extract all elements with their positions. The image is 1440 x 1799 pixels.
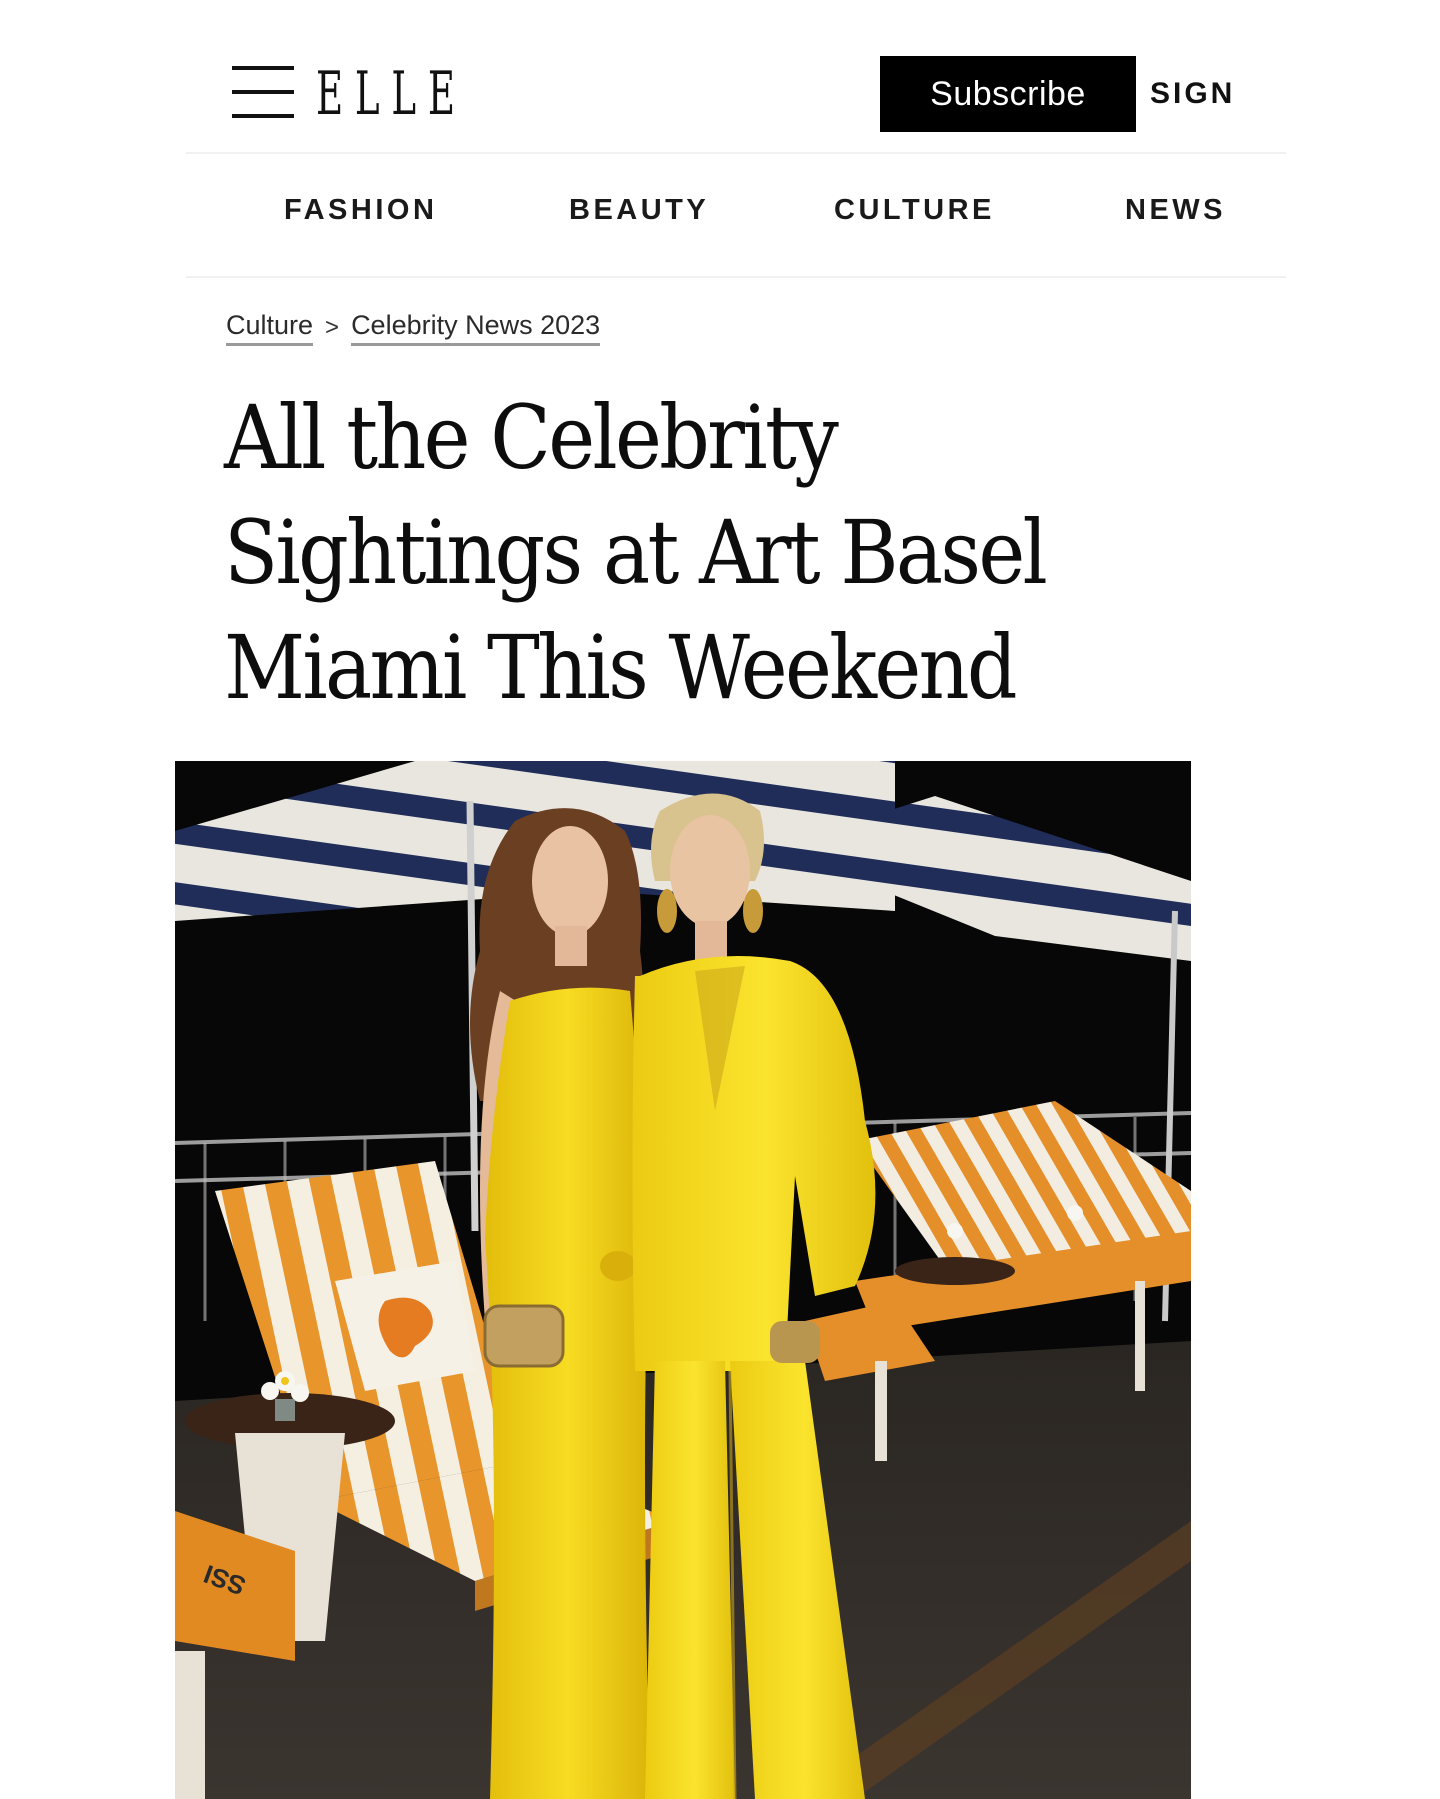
breadcrumb: Culture > Celebrity News 2023	[226, 306, 601, 350]
header-divider	[186, 152, 1286, 154]
sign-in-link[interactable]: SIGN	[1150, 56, 1280, 132]
breadcrumb-separator: >	[325, 314, 340, 341]
nav-item-news[interactable]: NEWS	[1125, 194, 1226, 227]
hero-image[interactable]: SSI	[175, 761, 1191, 1799]
nav-item-beauty[interactable]: BEAUTY	[569, 194, 709, 227]
photo-illustration: SSI	[175, 761, 1191, 1799]
elle-logo[interactable]: ELLE	[316, 54, 467, 134]
nav-divider	[186, 276, 1286, 278]
headline-line: All the Celebrity	[224, 386, 839, 489]
headline-line: Miami This Weekend	[224, 616, 1018, 719]
hamburger-menu-icon[interactable]	[232, 66, 294, 118]
nav-item-culture[interactable]: CULTURE	[834, 194, 995, 227]
site-header: ELLE Subscribe SIGN	[188, 50, 1288, 150]
main-nav: FASHION BEAUTY CULTURE NEWS	[186, 180, 1286, 250]
article-headline: All the Celebrity Sightings at Art Basel…	[224, 380, 1124, 725]
breadcrumb-celebrity-news-link[interactable]: Celebrity News 2023	[351, 310, 601, 346]
headline-line: Sightings at Art Basel	[224, 501, 1048, 604]
breadcrumb-culture-link[interactable]: Culture	[226, 310, 314, 346]
nav-item-fashion[interactable]: FASHION	[284, 194, 437, 227]
subscribe-button[interactable]: Subscribe	[880, 56, 1136, 132]
